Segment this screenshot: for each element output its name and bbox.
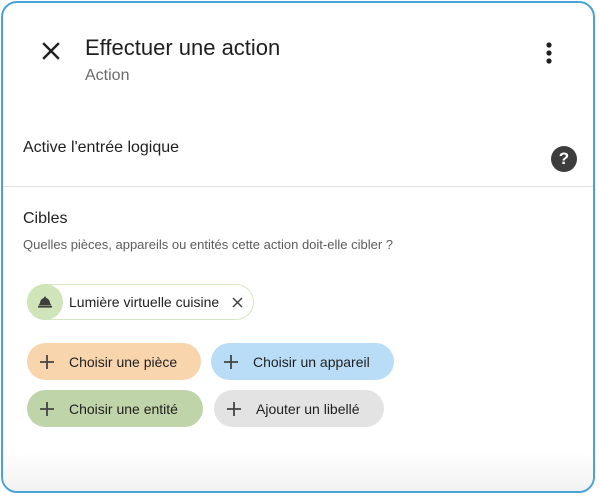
dialog-title: Effectuer une action: [85, 35, 281, 60]
choose-entity-button[interactable]: Choisir une entité: [27, 390, 203, 427]
dialog-header: Effectuer une action Action: [3, 3, 593, 103]
chip-remove-button[interactable]: [229, 294, 245, 310]
choose-device-label: Choisir un appareil: [253, 353, 370, 370]
bell-icon: [27, 284, 63, 320]
targets-title: Cibles: [23, 210, 68, 227]
close-icon: [42, 42, 60, 60]
bottom-fade: [3, 451, 593, 491]
target-chip-label: Lumière virtuelle cuisine: [69, 294, 220, 310]
dialog-subtitle: Action: [85, 67, 130, 84]
choose-area-label: Choisir une pièce: [69, 353, 178, 370]
help-icon[interactable]: ?: [551, 146, 577, 172]
dialog: Effectuer une action Action Active l'ent…: [1, 1, 595, 493]
target-chip-entity[interactable]: Lumière virtuelle cuisine: [27, 284, 255, 320]
action-label: Active l'entrée logique: [23, 139, 180, 156]
add-label-button[interactable]: Ajouter un libellé: [214, 390, 384, 427]
choose-area-button[interactable]: Choisir une pièce: [27, 343, 201, 380]
close-icon: [232, 296, 243, 308]
action-row: Active l'entrée logique ?: [3, 121, 593, 187]
plus-icon: [37, 399, 57, 419]
close-button[interactable]: [37, 37, 65, 65]
divider: [3, 186, 593, 187]
plus-icon: [37, 352, 57, 372]
choose-entity-label: Choisir une entité: [69, 400, 178, 417]
choose-device-button[interactable]: Choisir un appareil: [211, 343, 394, 380]
targets-description: Quelles pièces, appareils ou entités cet…: [23, 237, 393, 252]
more-vertical-icon: [546, 42, 552, 64]
menu-button[interactable]: [537, 39, 561, 67]
plus-icon: [221, 352, 241, 372]
plus-icon: [224, 399, 244, 419]
add-label-label: Ajouter un libellé: [256, 400, 360, 417]
